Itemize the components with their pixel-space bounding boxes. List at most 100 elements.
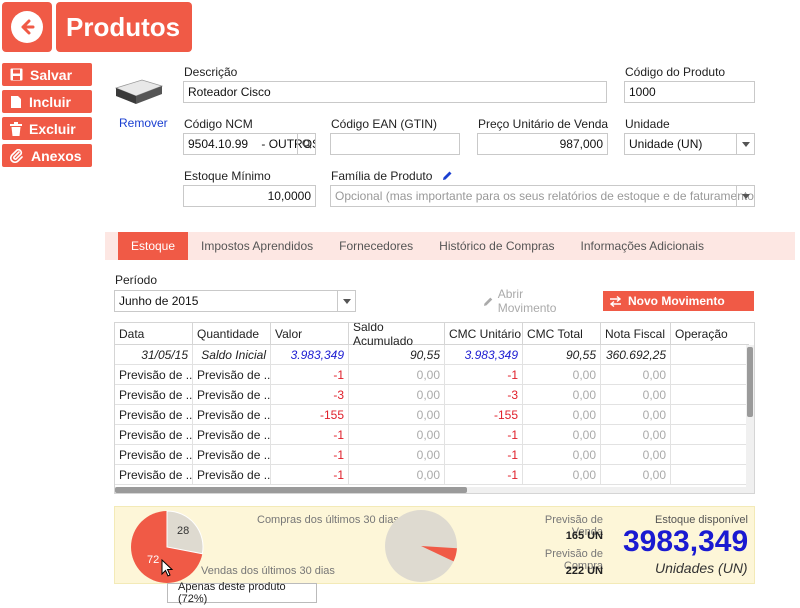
tab-informacoes-adicionais[interactable]: Informações Adicionais <box>568 232 717 260</box>
grid-horizontal-scroll-thumb[interactable] <box>115 487 467 493</box>
table-row[interactable]: Previsão de ... Previsão de ... -1 0,00 … <box>115 425 749 445</box>
cell-valor: 3.983,349 <box>271 345 349 365</box>
cell-nota-fiscal: 0,00 <box>601 365 671 385</box>
ean-field[interactable] <box>330 133 460 155</box>
cell-cmc-total: 0,00 <box>523 445 601 465</box>
chevron-down-icon <box>736 186 754 206</box>
cell-data: Previsão de ... <box>115 445 193 465</box>
cell-nota-fiscal: 0,00 <box>601 465 671 485</box>
cell-saldo-acumulado: 0,00 <box>349 405 445 425</box>
cell-cmc-unitario: -1 <box>445 465 523 485</box>
column-header-valor[interactable]: Valor <box>271 323 349 345</box>
ncm-field[interactable]: 9504.10.99 - OUTROS <box>183 133 316 155</box>
product-family-label: Família de Produto <box>331 169 453 183</box>
delete-button-label: Excluir <box>29 120 76 137</box>
tab-estoque[interactable]: Estoque <box>118 232 189 260</box>
column-header-saldo-acumulado[interactable]: Saldo Acumulado <box>349 323 445 348</box>
chevron-down-icon <box>337 291 355 311</box>
page-header: Produtos <box>2 2 192 52</box>
cell-operacao <box>671 385 749 405</box>
available-stock-value: 3983,349 <box>623 525 749 558</box>
cell-valor: -155 <box>271 405 349 425</box>
cell-cmc-unitario: -3 <box>445 385 523 405</box>
grid-vertical-scroll-thumb[interactable] <box>747 347 753 417</box>
product-family-placeholder: Opcional (mas importante para os seus re… <box>335 189 755 203</box>
add-button[interactable]: Incluir <box>2 90 92 113</box>
product-code-field[interactable]: 1000 <box>624 81 755 103</box>
cell-cmc-unitario: 3.983,349 <box>445 345 523 365</box>
cell-cmc-total: 90,55 <box>523 345 601 365</box>
column-header-data[interactable]: Data <box>115 323 193 345</box>
ncm-search-button[interactable] <box>297 134 315 154</box>
tab-impostos[interactable]: Impostos Aprendidos <box>188 232 326 260</box>
document-icon <box>11 95 21 108</box>
cell-data: Previsão de ... <box>115 385 193 405</box>
grid-header: Data Quantidade Valor Saldo Acumulado CM… <box>115 323 749 348</box>
table-row[interactable]: Previsão de ... Previsão de ... -1 0,00 … <box>115 465 749 485</box>
cell-quantidade: Previsão de ... <box>193 425 271 445</box>
mouse-cursor-icon <box>161 559 174 577</box>
tab-historico-compras[interactable]: Histórico de Compras <box>426 232 567 260</box>
tab-bar: Estoque Impostos Aprendidos Fornecedores… <box>105 232 795 260</box>
paperclip-icon <box>10 148 23 163</box>
price-label: Preço Unitário de Venda <box>478 117 609 131</box>
cell-nota-fiscal: 0,00 <box>601 445 671 465</box>
cell-quantidade: Previsão de ... <box>193 445 271 465</box>
cell-data: Previsão de ... <box>115 365 193 385</box>
cell-saldo-acumulado: 0,00 <box>349 445 445 465</box>
open-movement-label: Abrir Movimento <box>497 287 557 315</box>
new-movement-label: Novo Movimento <box>628 294 725 308</box>
new-movement-button[interactable]: Novo Movimento <box>603 291 754 311</box>
cell-nota-fiscal: 0,00 <box>601 425 671 445</box>
price-field[interactable]: 987,000 <box>477 133 608 155</box>
cell-data: Previsão de ... <box>115 405 193 425</box>
table-row[interactable]: 31/05/15 Saldo Inicial 3.983,349 90,55 3… <box>115 345 749 365</box>
column-header-cmc-total[interactable]: CMC Total <box>523 323 601 345</box>
back-button[interactable] <box>2 2 52 52</box>
attachments-button[interactable]: Anexos <box>2 144 92 167</box>
attachments-button-label: Anexos <box>31 147 82 164</box>
cell-valor: -1 <box>271 465 349 485</box>
table-row[interactable]: Previsão de ... Previsão de ... -155 0,0… <box>115 405 749 425</box>
cell-cmc-unitario: -1 <box>445 365 523 385</box>
cell-saldo-acumulado: 90,55 <box>349 345 445 365</box>
table-row[interactable]: Previsão de ... Previsão de ... -3 0,00 … <box>115 385 749 405</box>
cell-valor: -1 <box>271 445 349 465</box>
available-stock-unit: Unidades (UN) <box>655 560 748 576</box>
cell-cmc-unitario: -155 <box>445 405 523 425</box>
purchase-forecast-value: 222 UN <box>565 565 603 577</box>
cell-operacao <box>671 425 749 445</box>
chevron-down-icon <box>736 134 754 154</box>
column-header-cmc-unitario[interactable]: CMC Unitário <box>445 323 523 345</box>
delete-button[interactable]: Excluir <box>2 117 92 140</box>
min-stock-label: Estoque Mínimo <box>184 169 271 183</box>
column-header-quantidade[interactable]: Quantidade <box>193 323 271 345</box>
open-movement-button[interactable]: Abrir Movimento <box>483 287 583 315</box>
floppy-disk-icon <box>10 68 23 81</box>
cell-saldo-acumulado: 0,00 <box>349 365 445 385</box>
cell-data: Previsão de ... <box>115 425 193 445</box>
page-title: Produtos <box>56 2 192 52</box>
cell-operacao <box>671 345 749 365</box>
period-select[interactable]: Junho de 2015 <box>114 290 356 312</box>
cell-nota-fiscal: 0,00 <box>601 385 671 405</box>
description-field[interactable]: Roteador Cisco <box>183 81 607 103</box>
unit-label: Unidade <box>625 117 670 131</box>
column-header-operacao[interactable]: Operação <box>671 323 749 345</box>
table-row[interactable]: Previsão de ... Previsão de ... -1 0,00 … <box>115 445 749 465</box>
unit-select[interactable]: Unidade (UN) <box>624 133 755 155</box>
column-header-nota-fiscal[interactable]: Nota Fiscal <box>601 323 671 345</box>
product-image <box>112 70 164 110</box>
tab-fornecedores[interactable]: Fornecedores <box>326 232 426 260</box>
movements-grid: Data Quantidade Valor Saldo Acumulado CM… <box>114 322 755 494</box>
remove-image-link[interactable]: Remover <box>119 116 168 130</box>
table-row[interactable]: Previsão de ... Previsão de ... -1 0,00 … <box>115 365 749 385</box>
min-stock-field[interactable]: 10,0000 <box>183 185 316 207</box>
product-family-select[interactable]: Opcional (mas importante para os seus re… <box>330 185 755 207</box>
pie-tooltip: Apenas deste produto (72%) <box>167 581 317 605</box>
cell-cmc-unitario: -1 <box>445 445 523 465</box>
cell-data: Previsão de ... <box>115 465 193 485</box>
save-button[interactable]: Salvar <box>2 63 92 86</box>
stock-summary-panel: 28 72 Compras dos últimos 30 dias Vendas… <box>114 506 755 584</box>
pencil-icon[interactable] <box>442 170 453 181</box>
